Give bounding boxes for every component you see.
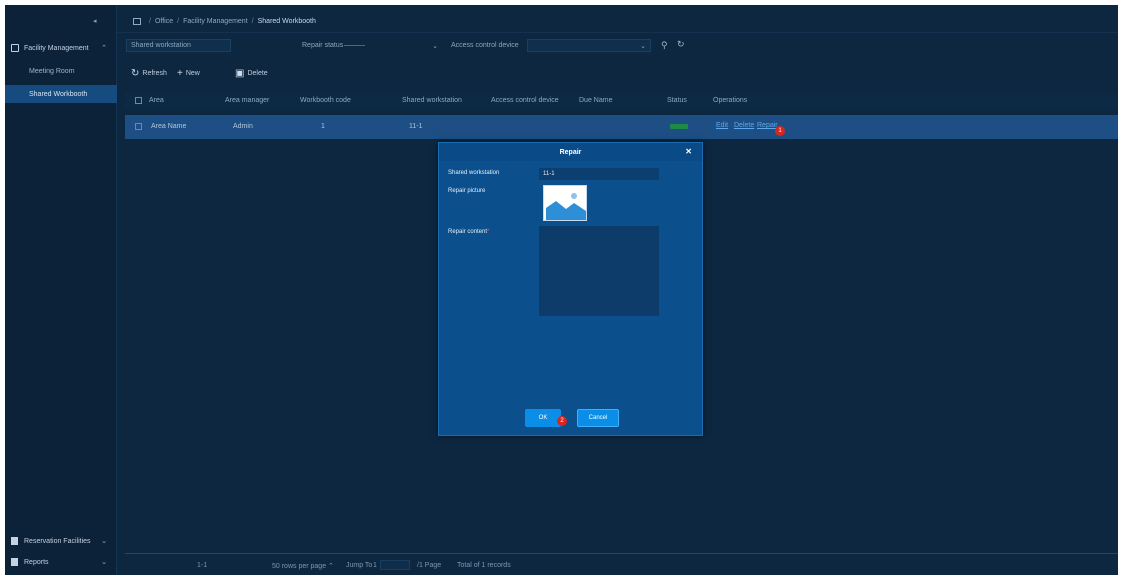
- required-mark: *: [487, 229, 490, 235]
- plus-icon: +: [177, 67, 183, 79]
- document-icon: [11, 558, 18, 566]
- workstation-filter-input[interactable]: Shared workstation: [126, 39, 231, 52]
- repair-dialog: Repair ✕ Shared workstation 11-1 Repair …: [438, 142, 703, 436]
- jump-input-box[interactable]: [380, 560, 410, 570]
- column-header[interactable]: Status: [667, 97, 687, 104]
- breadcrumb-item[interactable]: Office: [155, 18, 173, 25]
- dialog-title: Repair: [559, 148, 582, 156]
- button-label: Cancel: [588, 415, 608, 421]
- dialog-header: Repair ✕: [439, 143, 702, 161]
- select-value: ———: [344, 42, 365, 49]
- button-label: New: [185, 69, 200, 77]
- page-size-value: 50 rows per page: [272, 563, 327, 570]
- edit-link[interactable]: Edit: [716, 122, 728, 129]
- button-label: Delete: [247, 69, 268, 77]
- workstation-label: Shared workstation: [448, 170, 500, 176]
- facility-icon: [11, 44, 19, 52]
- repair-status-select[interactable]: ——— ⌄: [340, 39, 442, 52]
- jump-label: Jump To: [346, 562, 373, 569]
- breadcrumb-item[interactable]: Facility Management: [183, 18, 248, 25]
- sidebar-item-reservation-facilities[interactable]: Reservation Facilities ⌄: [5, 532, 117, 550]
- delete-link[interactable]: Delete: [734, 122, 754, 129]
- delete-button[interactable]: ▣ Delete: [235, 66, 268, 80]
- button-label: OK: [538, 415, 548, 421]
- home-icon[interactable]: [133, 17, 141, 25]
- sidebar-group-facility-management[interactable]: Facility Management ⌃: [5, 38, 117, 58]
- chevron-up-icon: ⌃: [328, 563, 334, 570]
- collapse-icon[interactable]: ◂: [93, 17, 97, 25]
- repair-status-label: Repair status: [302, 42, 344, 49]
- step-marker: 1: [775, 126, 785, 136]
- step-marker: 2: [557, 416, 567, 426]
- cancel-button[interactable]: Cancel: [577, 409, 619, 427]
- sidebar-item-label: Reports: [24, 558, 49, 566]
- divider: [125, 553, 1118, 554]
- chevron-down-icon: ⌄: [101, 559, 107, 566]
- filter-placeholder: Shared workstation: [131, 42, 191, 49]
- button-label: Refresh: [142, 69, 167, 77]
- reset-icon[interactable]: ↻: [677, 39, 685, 50]
- picture-label: Repair picture: [448, 188, 486, 194]
- record-total: Total of 1 records: [457, 562, 511, 569]
- table-header: Area Area manager Workbooth code Shared …: [125, 93, 1118, 109]
- trash-icon: ▣: [235, 67, 245, 79]
- refresh-icon: ↻: [131, 67, 140, 79]
- sidebar-group-label: Facility Management: [24, 44, 89, 52]
- chevron-down-icon: ⌄: [432, 42, 438, 50]
- sidebar-item-reports[interactable]: Reports ⌄: [5, 553, 117, 571]
- jump-input[interactable]: 1: [373, 562, 377, 569]
- cell-area: Area Name: [151, 123, 187, 130]
- sidebar-item-label: Shared Workbooth: [29, 90, 88, 98]
- chevron-down-icon: ⌄: [640, 42, 646, 50]
- cell-manager: Admin: [233, 123, 253, 130]
- image-icon: [546, 188, 586, 220]
- access-control-label: Access control device: [451, 42, 519, 49]
- sidebar-item-label: Meeting Room: [29, 67, 75, 75]
- column-header[interactable]: Shared workstation: [402, 97, 462, 104]
- cell-code: 1: [321, 123, 325, 130]
- column-header[interactable]: Due Name: [579, 97, 612, 104]
- repair-content-textarea[interactable]: [539, 226, 659, 316]
- new-button[interactable]: + New: [177, 66, 200, 80]
- ok-button[interactable]: OK: [525, 409, 561, 427]
- sidebar: ◂ Facility Management ⌃ Meeting Room Sha…: [5, 5, 117, 575]
- sidebar-item-meeting-room[interactable]: Meeting Room: [5, 62, 117, 80]
- column-header[interactable]: Workbooth code: [300, 97, 351, 104]
- search-icon[interactable]: ⚲: [661, 40, 668, 51]
- workstation-field[interactable]: 11-1: [539, 168, 659, 180]
- document-icon: [11, 537, 18, 545]
- breadcrumb: / Office / Facility Management / Shared …: [133, 15, 316, 27]
- access-control-select[interactable]: ⌄: [527, 39, 651, 52]
- table-row[interactable]: Area Name Admin 1 11-1 Edit Delete Repai…: [125, 115, 1118, 139]
- breadcrumb-item: Shared Workbooth: [257, 17, 316, 25]
- sidebar-item-shared-workbooth[interactable]: Shared Workbooth: [5, 85, 117, 103]
- page-count: /1 Page: [417, 562, 442, 569]
- divider: [117, 32, 1118, 33]
- column-header[interactable]: Access control device: [491, 97, 559, 104]
- chevron-up-icon: ⌃: [101, 45, 107, 52]
- refresh-button[interactable]: ↻ Refresh: [131, 66, 167, 80]
- page-size-select[interactable]: 50 rows per page ⌃: [272, 562, 334, 570]
- cell-workstation: 11-1: [409, 123, 423, 130]
- column-header[interactable]: Area manager: [225, 97, 269, 104]
- content-label: Repair content*: [448, 229, 490, 235]
- pagination-range: 1-1: [197, 562, 208, 569]
- close-icon[interactable]: ✕: [685, 147, 692, 156]
- field-value: 11-1: [543, 171, 555, 177]
- app-window: ◂ Facility Management ⌃ Meeting Room Sha…: [5, 5, 1118, 575]
- status-badge: [670, 124, 688, 129]
- row-checkbox[interactable]: [135, 123, 142, 130]
- repair-picture-upload[interactable]: [543, 185, 587, 221]
- sidebar-item-label: Reservation Facilities: [24, 537, 91, 545]
- chevron-down-icon: ⌄: [101, 538, 107, 545]
- column-header: Operations: [713, 97, 748, 104]
- select-all-checkbox[interactable]: [135, 97, 142, 104]
- column-header[interactable]: Area: [149, 97, 164, 104]
